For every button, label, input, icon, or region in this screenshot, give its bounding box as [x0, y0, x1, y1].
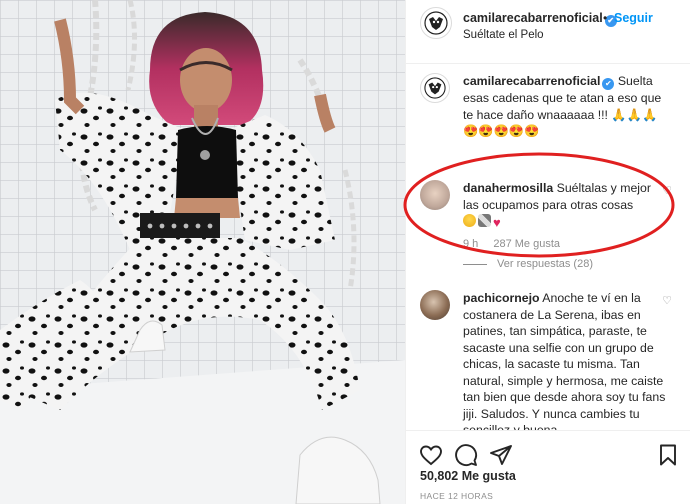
post-photo-illustration	[0, 0, 405, 504]
author-avatar[interactable]	[420, 7, 452, 39]
post-details-panel: camilarecabarrenoficial ✔ • Seguir Suélta…	[405, 0, 690, 504]
post-photo[interactable]	[0, 0, 405, 504]
comment-text: danahermosilla Suéltalas y mejor las ocu…	[463, 180, 663, 232]
heart-icon[interactable]	[419, 443, 443, 467]
post-location[interactable]: Suéltate el Pelo	[463, 29, 544, 41]
post-likes-count[interactable]: 50,802 Me gusta	[420, 469, 516, 483]
header-separator: •	[603, 11, 608, 25]
comment-text: pachicornejo Anoche te ví en la costaner…	[463, 290, 668, 430]
instagram-post-view: camilarecabarrenoficial ✔ • Seguir Suélta…	[0, 0, 690, 504]
comment-username[interactable]: danahermosilla	[463, 181, 553, 195]
share-icon[interactable]	[489, 443, 513, 467]
comment-like-heart-icon[interactable]: ♡	[662, 294, 672, 307]
author-username[interactable]: camilarecabarrenoficial ✔	[463, 11, 617, 27]
commenter-avatar[interactable]	[420, 180, 450, 210]
replies-divider	[463, 263, 487, 265]
view-replies-button[interactable]: Ver respuestas (28)	[463, 258, 593, 270]
author-username-text: camilarecabarrenoficial	[463, 11, 603, 25]
comment-username[interactable]: pachicornejo	[463, 291, 540, 305]
smirk-emoji-icon	[463, 214, 476, 227]
view-replies-label: Ver respuestas (28)	[497, 258, 593, 270]
caption-text: camilarecabarrenoficial ✔ Suelta esas cad…	[463, 73, 663, 140]
logo-avatar-icon	[424, 11, 448, 35]
comment-time[interactable]: 9 h	[463, 238, 478, 250]
bandage-emoji-icon	[478, 214, 491, 227]
caption-username[interactable]: camilarecabarrenoficial	[463, 74, 600, 88]
red-heart-emoji-icon: ♥	[493, 215, 501, 230]
comments-list[interactable]: camilarecabarrenoficial ✔ Suelta esas cad…	[406, 65, 690, 430]
follow-button[interactable]: Seguir	[614, 11, 653, 25]
commenter-avatar[interactable]	[420, 290, 450, 320]
comment-likes[interactable]: 287 Me gusta	[493, 238, 560, 250]
logo-avatar-icon	[424, 77, 446, 99]
post-header: camilarecabarrenoficial ✔ • Seguir Suélta…	[406, 0, 690, 64]
caption-avatar[interactable]	[420, 73, 450, 103]
comment-meta: 9 h 287 Me gusta	[463, 238, 572, 250]
comment-icon[interactable]	[454, 443, 478, 467]
comment-body: Anoche te ví en la costanera de La Seren…	[463, 291, 666, 430]
comment-like-heart-icon[interactable]: ♡	[662, 184, 672, 197]
post-timestamp[interactable]: HACE 12 HORAS	[420, 491, 493, 501]
bookmark-icon[interactable]	[656, 443, 680, 467]
verified-icon: ✔	[602, 78, 615, 90]
